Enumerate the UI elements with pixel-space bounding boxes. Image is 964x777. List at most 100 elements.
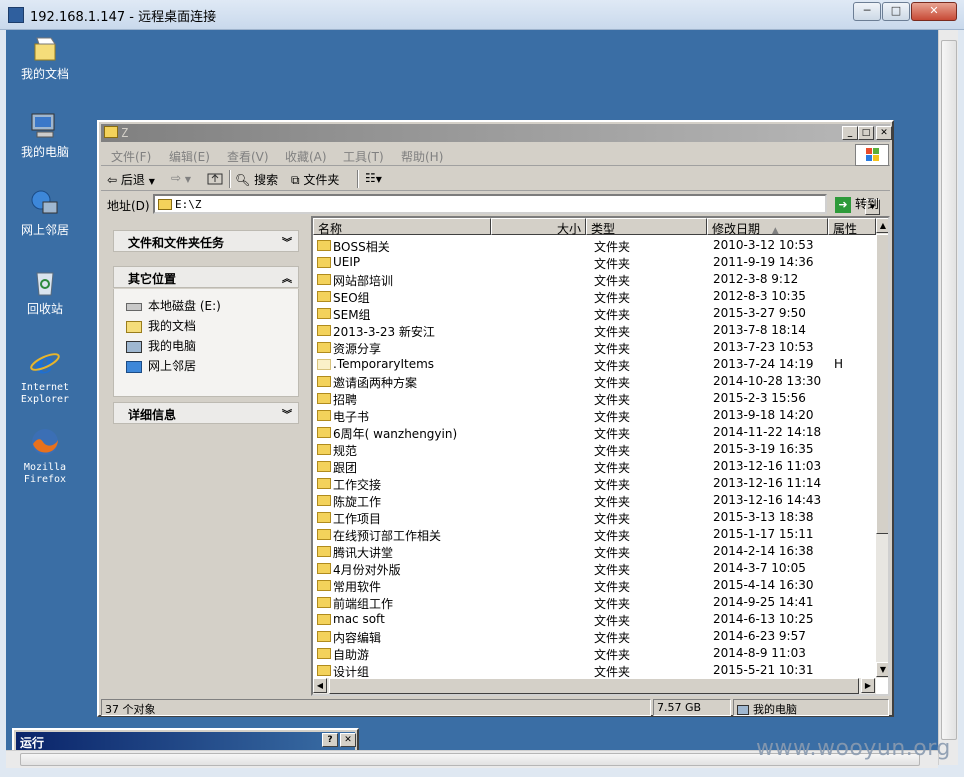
rdp-bottom-border [0,768,964,777]
scroll-thumb[interactable] [329,678,859,694]
scroll-up-button[interactable]: ▲ [876,218,888,233]
column-type[interactable]: 类型 [586,218,707,236]
scroll-down-button[interactable]: ▼ [876,662,888,677]
file-row[interactable]: mac soft 文件夹 2014-6-13 10:25 [313,610,876,628]
file-row[interactable]: SEM组 文件夹 2015-3-27 9:50 [313,304,876,322]
my-computer-icon [737,705,749,715]
file-row[interactable]: UEIP 文件夹 2011-9-19 14:36 [313,253,876,271]
file-row[interactable]: 腾讯大讲堂 文件夹 2014-2-14 16:38 [313,542,876,560]
column-modified[interactable]: 修改日期 ▲ [707,218,828,236]
rdp-vertical-scrollbar[interactable] [938,30,958,765]
horizontal-scrollbar[interactable]: ◀ ▶ [313,678,876,694]
chevron-expand-icon: ︾ [282,238,292,249]
menu-bar: 文件(F) 编辑(E) 查看(V) 收藏(A) 工具(T) 帮助(H) [101,144,890,166]
file-tasks-panel-header[interactable]: 文件和文件夹任务 ︾ [113,230,299,252]
place-my-documents[interactable]: 我的文档 [126,317,196,334]
file-row[interactable]: 陈旋工作 文件夹 2013-12-16 14:43 [313,491,876,509]
folder-icon [317,580,331,591]
file-modified: 2014-6-23 9:57 [713,629,806,643]
scroll-thumb[interactable] [876,234,888,534]
toolbar-separator [229,170,231,188]
file-row[interactable]: 常用软件 文件夹 2015-4-14 16:30 [313,576,876,594]
desktop-firefox[interactable]: Mozilla Firefox [6,426,84,486]
windows-logo-icon [855,144,889,166]
run-close-button[interactable]: ✕ [340,733,356,747]
folder-icon [317,546,331,557]
run-dialog[interactable]: 运行 ? ✕ [12,728,359,752]
folder-icon [317,631,331,642]
file-modified: 2014-9-25 14:41 [713,595,814,609]
toolbar: ⇦ 后退 ▼ ⇨ ▼ 🔍︎ 搜索 ⧉ 文件夹 ☷▼ [101,167,890,191]
details-panel-header[interactable]: 详细信息 ︾ [113,402,299,424]
views-button[interactable]: ☷▼ [365,171,382,185]
minimize-button[interactable]: _ [842,126,858,140]
file-row[interactable]: 6周年( wanzhengyin) 文件夹 2014-11-22 14:18 [313,423,876,441]
minimize-button[interactable]: ─ [853,2,881,21]
search-button[interactable]: 🔍︎ 搜索 [235,171,278,188]
rdp-titlebar: 192.168.1.147 - 远程桌面连接 ─ □ ✕ [0,0,964,30]
file-row[interactable]: 规范 文件夹 2015-3-19 16:35 [313,440,876,458]
file-row[interactable]: 在线预订部工作相关 文件夹 2015-1-17 15:11 [313,525,876,543]
file-row[interactable]: 4月份对外版 文件夹 2014-3-7 10:05 [313,559,876,577]
file-row[interactable]: 邀请函两种方案 文件夹 2014-10-28 13:30 [313,372,876,390]
maximize-button[interactable]: □ [882,2,910,21]
maximize-button[interactable]: □ [858,126,874,140]
desktop-my-computer[interactable]: 我的电脑 [6,110,84,158]
scroll-left-button[interactable]: ◀ [313,678,327,693]
file-row[interactable]: 2013-3-23 新安江 文件夹 2013-7-8 18:14 [313,321,876,339]
run-dialog-title: 运行 ? ✕ [16,732,356,750]
file-row[interactable]: SEO组 文件夹 2012-8-3 10:35 [313,287,876,305]
go-button[interactable]: ➜ 转到 [835,195,879,213]
menu-favorites[interactable]: 收藏(A) [285,148,327,165]
folder-icon [317,274,331,285]
close-button[interactable]: ✕ [876,126,892,140]
file-row[interactable]: 工作项目 文件夹 2015-3-13 18:38 [313,508,876,526]
file-modified: 2013-9-18 14:20 [713,408,814,422]
file-row[interactable]: 电子书 文件夹 2013-9-18 14:20 [313,406,876,424]
file-list[interactable]: 名称 大小 类型 修改日期 ▲ 属性 BOSS相关 文件夹 2010-3-12 10… [311,216,890,696]
other-places-panel-header[interactable]: 其它位置 ︽ [113,266,299,288]
scroll-thumb[interactable] [941,40,957,740]
place-my-computer[interactable]: 我的电脑 [126,337,196,354]
file-row[interactable]: 前端组工作 文件夹 2014-9-25 14:41 [313,593,876,611]
desktop-internet-explorer[interactable]: e Internet Explorer [6,346,84,406]
menu-edit[interactable]: 编辑(E) [169,148,210,165]
scroll-right-button[interactable]: ▶ [861,678,875,693]
column-name[interactable]: 名称 [313,218,491,236]
file-row[interactable]: 自助游 文件夹 2014-8-9 11:03 [313,644,876,662]
vertical-scrollbar[interactable]: ▲ ▼ [876,218,888,678]
file-row[interactable]: 设计组 文件夹 2015-5-21 10:31 [313,661,876,679]
place-local-disk[interactable]: 本地磁盘 (E:) [126,297,221,314]
close-button[interactable]: ✕ [911,2,957,21]
file-row[interactable]: 网站部培训 文件夹 2012-3-8 9:12 [313,270,876,288]
file-row[interactable]: .TemporaryItems 文件夹 2013-7-24 14:19 H [313,355,876,373]
file-row[interactable]: 招聘 文件夹 2015-2-3 15:56 [313,389,876,407]
file-row[interactable]: 资源分享 文件夹 2013-7-23 10:53 [313,338,876,356]
file-row[interactable]: 工作交接 文件夹 2013-12-16 11:14 [313,474,876,492]
folders-button[interactable]: ⧉ 文件夹 [291,171,339,188]
menu-help[interactable]: 帮助(H) [401,148,443,165]
file-row[interactable]: 跟团 文件夹 2013-12-16 11:03 [313,457,876,475]
desktop-my-documents[interactable]: 我的文档 [6,32,84,80]
back-button[interactable]: ⇦ 后退 ▼ [107,171,155,188]
folder-icon [317,512,331,523]
file-modified: 2015-3-19 16:35 [713,442,814,456]
desktop-network[interactable]: 网上邻居 [6,188,84,236]
forward-button[interactable]: ⇨ ▼ [171,171,191,185]
file-row[interactable]: 内容编辑 文件夹 2014-6-23 9:57 [313,627,876,645]
file-name: UEIP [333,255,361,269]
folder-icon [317,495,331,506]
column-size[interactable]: 大小 [491,218,586,236]
menu-tools[interactable]: 工具(T) [343,148,384,165]
help-button[interactable]: ? [322,733,338,747]
place-network[interactable]: 网上邻居 [126,357,196,374]
menu-view[interactable]: 查看(V) [227,148,269,165]
desktop-recycle-bin[interactable]: 回收站 [6,267,84,315]
file-modified: 2015-2-3 15:56 [713,391,806,405]
column-attributes[interactable]: 属性 [828,218,876,236]
up-folder-button[interactable] [207,171,223,188]
menu-file[interactable]: 文件(F) [111,148,151,165]
file-row[interactable]: BOSS相关 文件夹 2010-3-12 10:53 [313,236,876,254]
address-input[interactable]: E:\Z ▼ [153,194,880,215]
explorer-window[interactable]: Z _ □ ✕ 文件(F) 编辑(E) 查看(V) 收藏(A) 工具(T) 帮助… [97,120,894,717]
